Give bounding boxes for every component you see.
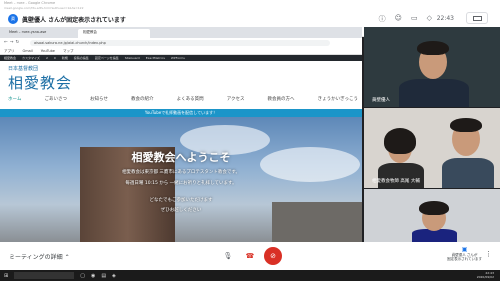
wp-item[interactable]: 0	[54, 56, 56, 60]
bookmark-item[interactable]: マップ	[63, 49, 74, 53]
activities-icon[interactable]: ◇	[427, 14, 432, 24]
site-nav-item[interactable]: ホーム	[8, 96, 21, 106]
hero-image: 相愛教会へようこそ 相愛教会は東京都 三鷹市にあるプロテスタント教会です。 毎週…	[0, 117, 362, 242]
pinned-indicator[interactable]: ▣ 眞壁優人 さんが 固定表示されています	[447, 247, 482, 262]
participant-hair	[450, 118, 482, 132]
browser-tab-active[interactable]: 相愛教会	[78, 29, 150, 38]
participant-tile[interactable]: 相愛教会牧師 高尾 大輔	[364, 108, 500, 188]
more-options-icon[interactable]: ⋮	[485, 250, 492, 258]
address-bar: ←→↻ aisoai.sakura.ne.jp/aiai-church/inde…	[0, 38, 362, 48]
site-nav: ホーム ごあいさつ お知らせ 教会の紹介 よくある質問 アクセス 教会員の方へ …	[8, 96, 358, 106]
youtube-banner[interactable]: YouTubeで礼拝動画を配信しています！	[0, 109, 362, 117]
hang-up-button[interactable]: ☎	[241, 247, 259, 265]
meeting-details-label: ミーティングの詳細	[9, 254, 63, 261]
wp-item[interactable]: 投稿の編集	[74, 56, 89, 60]
site-nav-item[interactable]: アクセス	[227, 96, 245, 106]
taskbar-app-icon[interactable]: ◈	[112, 273, 116, 279]
present-now-button[interactable]	[466, 12, 488, 24]
wp-item[interactable]: ExactMetrics	[146, 56, 165, 60]
participant-body	[442, 158, 494, 188]
chevron-up-icon: ⌃	[64, 254, 70, 261]
site-nav-item[interactable]: よくある質問	[177, 96, 204, 106]
site-nav-item[interactable]: お知らせ	[90, 96, 108, 106]
participant-hair	[417, 41, 449, 55]
info-icon[interactable]: ⓘ	[379, 14, 386, 24]
presenting-banner: 眞壁優人 さんが固定表示されています	[22, 17, 126, 24]
chat-icon[interactable]: ▭	[411, 14, 418, 24]
presenter-avatar: 眞	[8, 14, 18, 24]
wp-item[interactable]: 相愛教会	[4, 56, 16, 60]
wp-item[interactable]: SiteGuard	[125, 56, 140, 60]
participant-tile[interactable]	[364, 189, 500, 242]
bookmark-item[interactable]: アプリ	[4, 49, 15, 53]
mic-button[interactable]: 🎙	[219, 247, 237, 265]
wp-item[interactable]: WPForms	[171, 56, 185, 60]
meeting-details-button[interactable]: ミーティングの詳細 ⌃	[9, 252, 70, 261]
hero-text: どなたでもご参加いただけます	[149, 198, 213, 203]
hero-text: 毎週日曜 10:15 から 一緒にお祈りと礼拝しています。	[125, 181, 237, 186]
participant-body	[378, 163, 424, 188]
meet-controls: ミーティングの詳細 ⌃ 🎙 ☎ ⊘ ▣ 眞壁優人 さんが 固定表示されています …	[0, 242, 500, 270]
window-url: meet.google.com/fds-sdfs-hrm?authuser=1&…	[4, 6, 84, 10]
mic-icon: 🎙	[223, 252, 233, 260]
bookmarks-bar: アプリ Gmail YouTube マップ	[0, 48, 362, 55]
taskbar-app-icon[interactable]: ▢	[80, 273, 85, 279]
present-screen-icon	[473, 16, 482, 21]
taskbar-date: 2020/09/02	[476, 274, 494, 279]
taskbar: ⊞ ▢ ◉ ▤ ◈ 22:43 2020/09/02	[0, 270, 500, 281]
presented-screen: Meet – rvee-ysna-ase 相愛教会 ←→↻ aisoai.sak…	[0, 27, 362, 242]
windows-start-icon[interactable]: ⊞	[4, 273, 8, 279]
site-nav-item[interactable]: 教会員の方へ	[268, 96, 295, 106]
hero-text: 相愛教会は東京都 三鷹市にあるプロテスタント教会です。	[122, 170, 240, 175]
taskbar-app-icon[interactable]: ▤	[101, 273, 106, 279]
hero-text: ぜひお越しください	[160, 208, 202, 213]
people-icon[interactable]: ☺	[395, 14, 402, 24]
meet-clock: 22:43	[436, 15, 454, 22]
taskbar-app-icon[interactable]: ◉	[91, 273, 95, 279]
participant-hair	[384, 128, 416, 154]
wp-item[interactable]: 固定ページを編集	[95, 56, 119, 60]
participant-hair	[419, 201, 449, 215]
church-website: 日本基督教団 相愛教会 ホーム ごあいさつ お知らせ 教会の紹介 よくある質問 …	[0, 61, 362, 242]
site-nav-item[interactable]: きょうかいぎっこう	[318, 96, 358, 106]
phone-hangup-icon: ☎	[245, 252, 255, 260]
site-title[interactable]: 相愛教会	[8, 72, 72, 93]
participant-name: 眞壁優人	[372, 98, 390, 103]
wp-item[interactable]: 2	[46, 56, 48, 60]
hero-title: 相愛教会へようこそ	[131, 151, 231, 164]
camera-button[interactable]: ⊘	[264, 247, 282, 265]
participant-tile[interactable]: 眞壁優人	[364, 27, 500, 107]
site-nav-item[interactable]: ごあいさつ	[44, 96, 67, 106]
browser-tab[interactable]: Meet – rvee-ysna-ase	[4, 29, 76, 38]
window-title: Meet – rvee - Google Chrome	[4, 1, 56, 5]
site-subtitle: 日本基督教団	[8, 66, 39, 72]
participant-name: 相愛教会牧師 高尾 大輔	[372, 179, 420, 184]
url-field[interactable]: aisoai.sakura.ne.jp/aiai-church/index.ph…	[30, 40, 330, 46]
bookmark-item[interactable]: Gmail	[23, 49, 33, 53]
meet-header-icons: ⓘ ☺ ▭ ◇	[379, 14, 432, 24]
wp-item[interactable]: カスタマイズ	[22, 56, 40, 60]
pinned-label: 眞壁優人 さんが 固定表示されています	[447, 252, 482, 262]
wp-item[interactable]: 新規	[62, 56, 68, 60]
taskbar-clock: 22:43 2020/09/02	[476, 271, 494, 279]
browser-tabs: Meet – rvee-ysna-ase 相愛教会	[0, 27, 362, 38]
taskbar-search[interactable]	[14, 272, 75, 279]
participant-body	[399, 79, 469, 107]
site-nav-item[interactable]: 教会の紹介	[131, 96, 154, 106]
camera-off-icon: ⊘	[270, 252, 276, 260]
bookmark-item[interactable]: YouTube	[41, 49, 55, 53]
nav-arrows-icon[interactable]: ←→↻	[4, 40, 21, 45]
